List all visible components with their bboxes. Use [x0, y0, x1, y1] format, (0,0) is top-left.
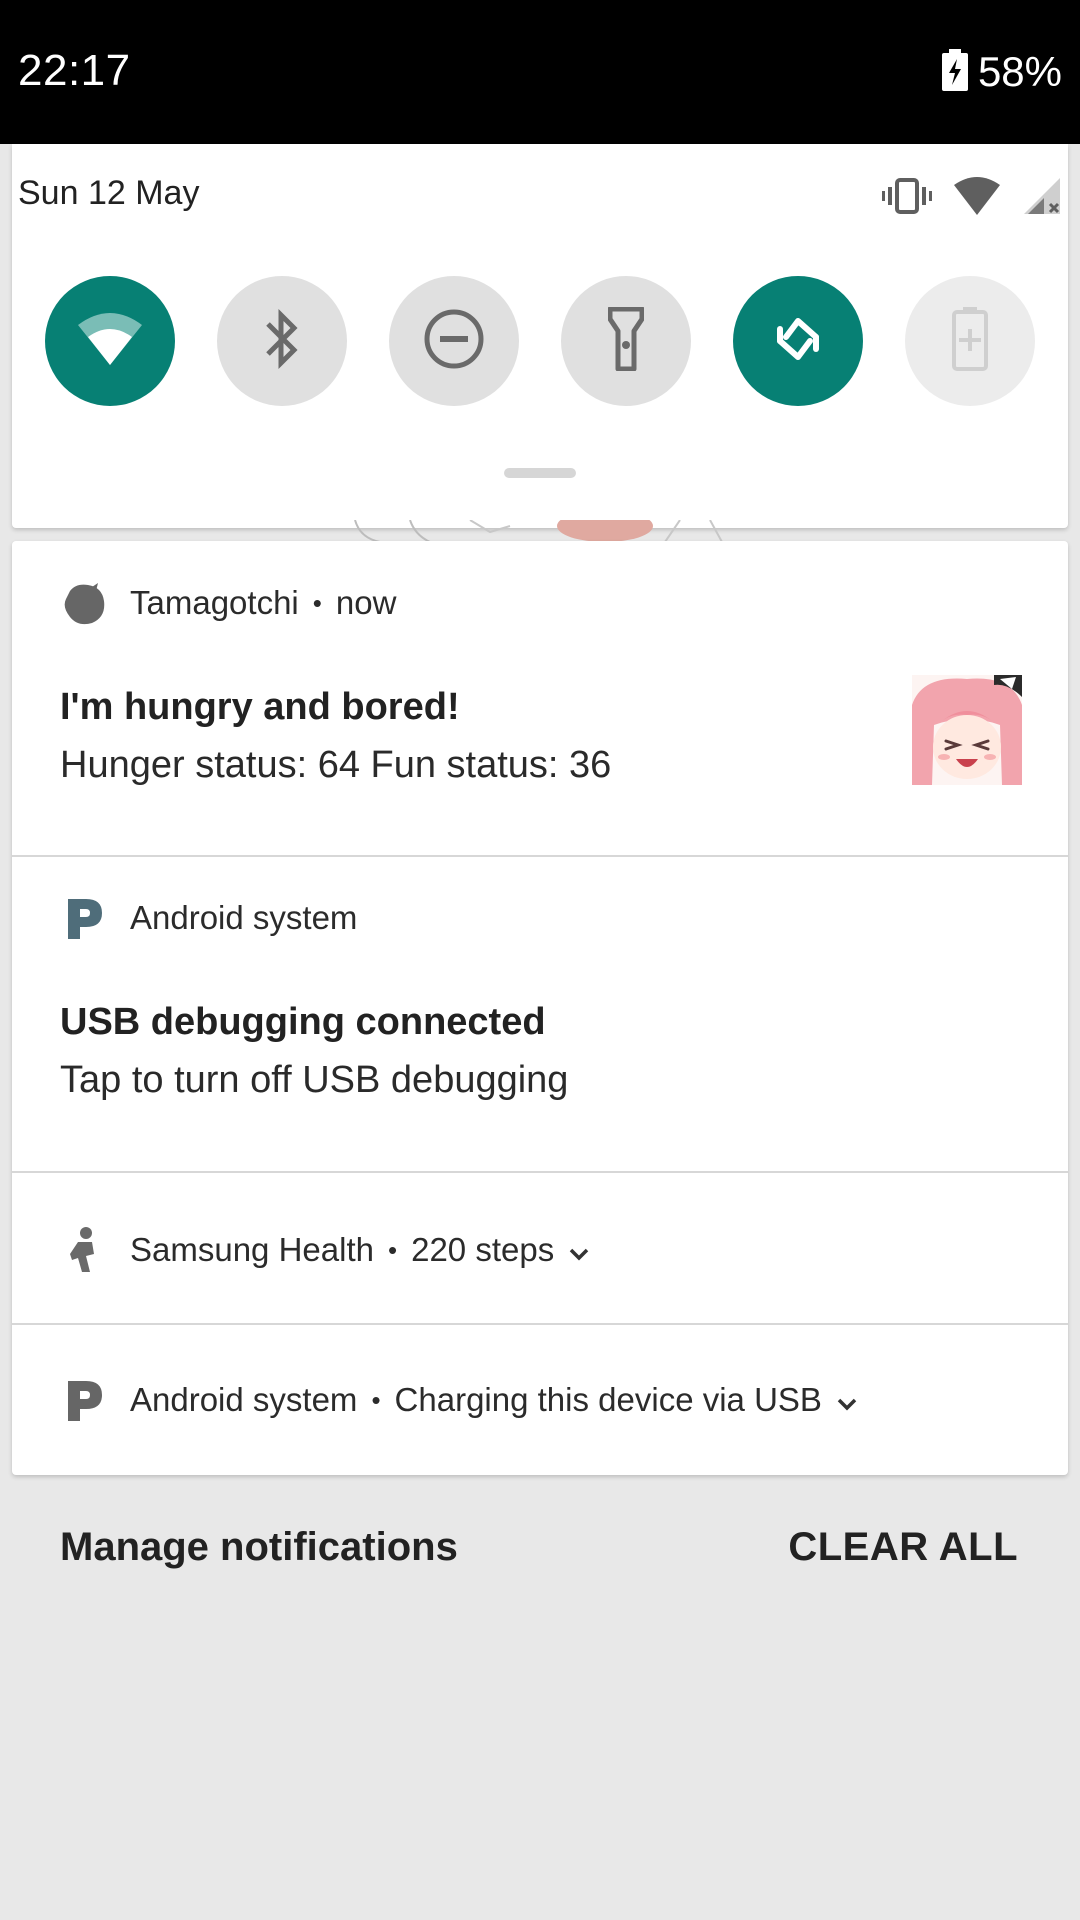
wifi-tile[interactable] [45, 276, 175, 406]
notification-charging[interactable]: Android system • Charging this device vi… [12, 1325, 1068, 1475]
notification-samsung-health[interactable]: Samsung Health • 220 steps [12, 1173, 1068, 1323]
notification-header: Tamagotchi • now [60, 579, 396, 627]
notification-time: now [335, 584, 397, 621]
battery-saver-icon [952, 306, 988, 376]
flashlight-tile[interactable] [561, 276, 691, 406]
separator-dot: • [371, 1384, 381, 1415]
wallpaper-peek [350, 510, 750, 543]
notification-header: Samsung Health • 220 steps [60, 1226, 590, 1274]
notification-summary: 220 steps [411, 1231, 555, 1268]
flashlight-icon [607, 306, 645, 376]
notification-usb-debugging[interactable]: Android system USB debugging connected T… [12, 857, 1068, 1171]
rotate-icon [766, 307, 830, 376]
samsung-health-icon [60, 1226, 108, 1274]
quick-settings-panel: Sun 12 May [12, 144, 1068, 528]
cell-signal-icon [1022, 176, 1062, 221]
chevron-down-icon[interactable] [568, 1231, 590, 1269]
notification-title: I'm hungry and bored! [60, 686, 460, 728]
wifi-signal-icon [954, 176, 1000, 220]
bluetooth-icon [262, 308, 302, 375]
notification-app-name: Android system [130, 899, 358, 936]
status-bar: 22:17 58% [0, 0, 1080, 144]
notification-text: Tap to turn off USB debugging [60, 1059, 569, 1101]
wifi-icon [78, 311, 142, 372]
android-system-icon [60, 1376, 108, 1424]
notification-tamagotchi[interactable]: Tamagotchi • now I'm hungry and bored! H… [12, 541, 1068, 856]
manage-notifications-button[interactable]: Manage notifications [60, 1525, 458, 1570]
notification-app-name: Android system [130, 1381, 358, 1418]
drag-handle[interactable] [504, 468, 576, 478]
vibrate-icon [882, 176, 932, 221]
notification-title: USB debugging connected [60, 1001, 546, 1043]
notification-text: Hunger status: 64 Fun status: 36 [60, 744, 612, 786]
notification-thumbnail [912, 675, 1022, 785]
notification-app-name: Tamagotchi [130, 584, 299, 621]
clear-all-button[interactable]: CLEAR ALL [788, 1525, 1018, 1570]
notification-app-name: Samsung Health [130, 1231, 374, 1268]
battery-saver-tile[interactable] [905, 276, 1035, 406]
chevron-down-icon[interactable] [836, 1381, 858, 1419]
notification-header: Android system • Charging this device vi… [60, 1376, 858, 1424]
notification-header: Android system [60, 894, 357, 942]
tamagotchi-icon [60, 579, 108, 627]
notification-summary: Charging this device via USB [394, 1381, 822, 1418]
qs-system-icons [882, 176, 1062, 220]
android-system-icon [60, 894, 108, 942]
status-right: 58% [941, 46, 1062, 98]
status-time: 22:17 [18, 46, 131, 95]
dnd-icon [423, 308, 485, 375]
bluetooth-tile[interactable] [217, 276, 347, 406]
separator-dot: • [312, 587, 322, 618]
battery-percent: 58% [977, 48, 1062, 95]
qs-date[interactable]: Sun 12 May [18, 174, 199, 213]
separator-dot: • [387, 1234, 398, 1265]
battery-charging-icon [941, 48, 968, 96]
dnd-tile[interactable] [389, 276, 519, 406]
qs-tiles [45, 276, 1045, 406]
notification-list: Tamagotchi • now I'm hungry and bored! H… [12, 541, 1068, 1475]
auto-rotate-tile[interactable] [733, 276, 863, 406]
